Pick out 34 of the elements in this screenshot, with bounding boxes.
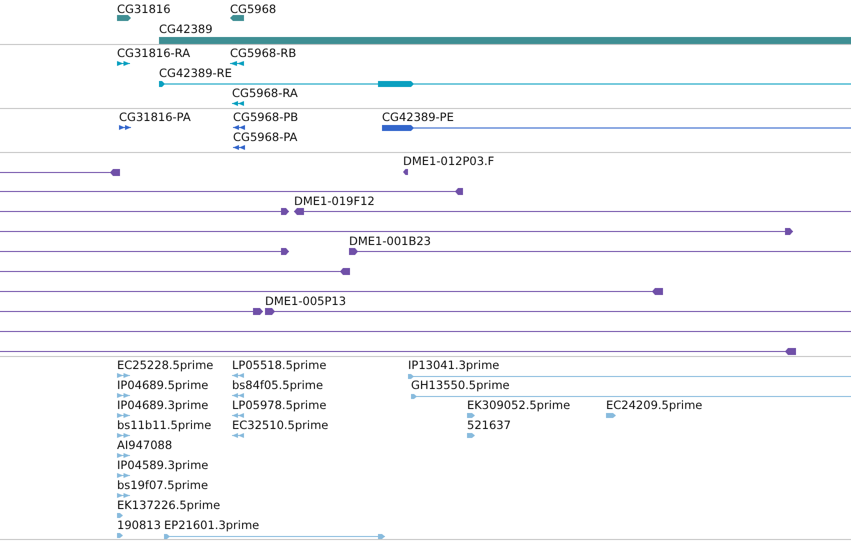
feature-label: CG42389 bbox=[159, 22, 213, 36]
feature-label: CG5968 bbox=[230, 2, 276, 16]
feature-label: 521637 bbox=[467, 418, 511, 432]
feature-label: DME1-012P03.F bbox=[403, 154, 494, 168]
feature-label: CG5968-RA bbox=[232, 86, 298, 100]
feature-label: IP13041.3prime bbox=[408, 358, 500, 372]
feature-label: EC25228.5prime bbox=[117, 358, 214, 372]
feature-label: EK137226.5prime bbox=[117, 498, 220, 512]
feature-label: EP21601.3prime bbox=[164, 518, 260, 532]
feature-label: CG31816 bbox=[117, 2, 171, 16]
feature-label: DME1-001B23 bbox=[349, 234, 431, 248]
feature-label: EC32510.5prime bbox=[232, 418, 328, 432]
feature-label: EK309052.5prime bbox=[467, 398, 570, 412]
feature-label: AI947088 bbox=[117, 438, 172, 452]
feature-label: CG31816-RA bbox=[117, 46, 190, 60]
feature-label: EC24209.5prime bbox=[606, 398, 702, 412]
feature-label: CG31816-PA bbox=[119, 110, 191, 124]
feature-label: LP05518.5prime bbox=[232, 358, 326, 372]
feature-label: IP04689.3prime bbox=[117, 398, 208, 412]
feature-label: GH13550.5prime bbox=[411, 378, 510, 392]
feature-label: CG42389-PE bbox=[382, 110, 454, 124]
feature-label: IP04689.5prime bbox=[117, 378, 208, 392]
feature-label: IP04589.3prime bbox=[117, 458, 208, 472]
feature-label: CG5968-PA bbox=[233, 130, 298, 144]
feature-label: bs11b11.5prime bbox=[117, 418, 212, 432]
feature-label: DME1-019F12 bbox=[294, 194, 375, 208]
feature-label: bs19f07.5prime bbox=[117, 478, 208, 492]
feature-label: LP05978.5prime bbox=[232, 398, 326, 412]
feature-label: DME1-005P13 bbox=[265, 294, 346, 308]
feature-label: CG5968-RB bbox=[230, 46, 296, 60]
feature-label: bs84f05.5prime bbox=[232, 378, 324, 392]
feature-label: 190813 bbox=[117, 518, 161, 532]
feature-label: CG5968-PB bbox=[233, 110, 298, 124]
feature-label: CG42389-RE bbox=[159, 66, 232, 80]
